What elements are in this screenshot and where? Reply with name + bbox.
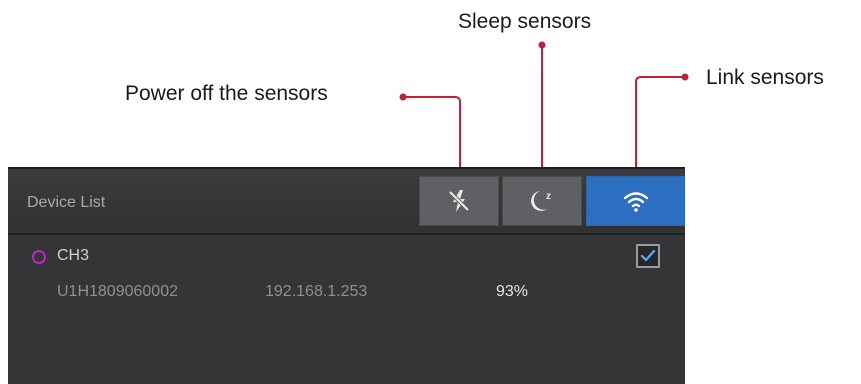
leader-sleep-dot: [538, 41, 546, 49]
device-list-panel: Device List z CH3 U1H1809060002 192.168.…: [8, 167, 685, 384]
leader-power-off: [403, 96, 461, 178]
leader-link-dot: [681, 73, 689, 81]
moon-z-icon: z: [531, 191, 551, 211]
device-serial: U1H1809060002: [57, 283, 178, 300]
link-button[interactable]: [586, 176, 685, 226]
sleep-button[interactable]: z: [502, 176, 582, 226]
device-row[interactable]: CH3 U1H1809060002 192.168.1.253 93%: [8, 235, 685, 315]
device-select-checkbox[interactable]: [636, 244, 660, 268]
device-list-header: Device List z: [8, 169, 685, 235]
flash-off-icon: [448, 190, 470, 212]
leader-link: [635, 76, 685, 178]
device-battery: 93%: [496, 283, 529, 300]
wifi-icon: [623, 192, 648, 212]
svg-text:z: z: [546, 191, 551, 202]
power-off-button[interactable]: [419, 176, 499, 226]
leader-power-off-dot: [399, 93, 407, 101]
device-ip: 192.168.1.253: [265, 283, 368, 300]
checkmark-icon: [640, 249, 656, 262]
device-status-indicator: [32, 250, 46, 264]
device-channel: CH3: [57, 247, 90, 264]
device-list-title: Device List: [27, 194, 106, 211]
